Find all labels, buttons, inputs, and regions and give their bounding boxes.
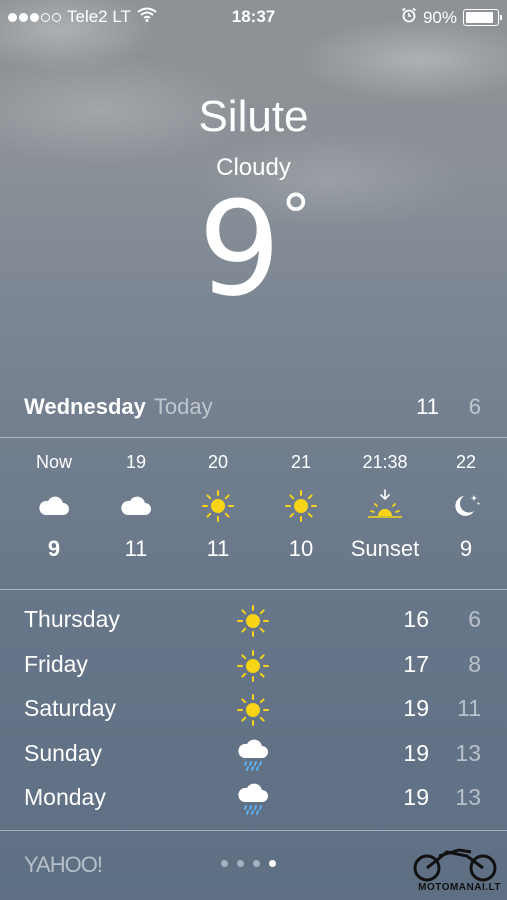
hour-label: 22 [455, 452, 477, 472]
hourly-item: 21 10 [261, 452, 341, 562]
hourly-item: 20 11 [178, 452, 258, 562]
sun-icon [236, 649, 270, 683]
hour-temperature: 10 [288, 536, 314, 561]
today-day: Wednesday [24, 394, 146, 419]
hour-temperature: Sunset [350, 536, 420, 561]
divider [0, 830, 507, 831]
status-bar-right: 90% [401, 7, 502, 28]
degree-symbol: ° [280, 182, 311, 252]
sunset-icon [339, 476, 431, 536]
daily-forecast[interactable]: Thursday 16 6 Friday 17 8 Saturday 19 11… [0, 600, 507, 823]
today-label: Today [153, 394, 213, 419]
page-dot[interactable] [221, 860, 228, 867]
daily-row: Thursday 16 6 [0, 600, 507, 645]
sun-icon [236, 604, 270, 638]
current-temperature: 9° [0, 178, 507, 321]
cloud-icon [14, 476, 94, 536]
day-low: 13 [455, 784, 481, 810]
day-low: 11 [457, 695, 481, 721]
sun-icon [178, 476, 258, 536]
day-high: 19 [403, 784, 429, 810]
day-high: 19 [403, 695, 429, 721]
day-name: Friday [24, 650, 88, 677]
hourly-item: Now 9 [14, 452, 94, 562]
hourly-forecast[interactable]: Now 9 19 11 20 11 21 10 21:38 Sunset 22 … [0, 452, 507, 582]
hourly-item: 19 11 [96, 452, 176, 562]
today-low: 6 [468, 394, 481, 419]
watermark-text: MOTOMANAI.LT [418, 882, 501, 893]
hour-temperature: 9 [47, 536, 61, 561]
hour-label: 20 [207, 452, 229, 472]
hourly-item: 22 9 [426, 452, 506, 562]
daily-row: Monday 19 13 [0, 778, 507, 823]
rain-cloud-icon [236, 782, 270, 816]
page-indicator[interactable] [221, 860, 276, 867]
hour-label: 19 [125, 452, 147, 472]
battery-icon [463, 9, 502, 26]
footer: YAHOO! MOTOMANAI.LT [0, 840, 507, 900]
daily-row: Sunday 19 13 [0, 734, 507, 779]
hour-label: 21 [290, 452, 312, 472]
day-high: 16 [403, 606, 429, 632]
status-bar: Tele2 LT 18:37 90% [0, 0, 507, 34]
today-summary: Wednesday Today 11 6 [24, 394, 481, 424]
day-name: Thursday [24, 606, 120, 632]
hour-label: Now [35, 452, 72, 472]
page-dot-active[interactable] [269, 860, 276, 867]
day-high: 17 [403, 650, 429, 677]
divider [0, 589, 507, 590]
city-name: Silute [198, 92, 309, 141]
day-low: 13 [455, 739, 481, 766]
hour-temperature: 9 [459, 536, 473, 561]
day-name: Monday [24, 784, 106, 810]
day-name: Sunday [24, 739, 103, 766]
day-high: 19 [403, 739, 429, 766]
day-name: Saturday [24, 695, 117, 721]
daily-row: Friday 17 8 [0, 645, 507, 690]
moon-icon [426, 476, 506, 536]
hour-temperature: 11 [124, 536, 148, 561]
battery-percent: 90% [422, 7, 457, 27]
sun-icon [236, 693, 270, 727]
day-low: 6 [468, 606, 481, 632]
hourly-item: 21:38 Sunset [339, 452, 431, 562]
divider [0, 437, 507, 438]
rain-cloud-icon [236, 738, 270, 772]
sun-icon [261, 476, 341, 536]
yahoo-logo[interactable]: YAHOO! [24, 852, 103, 878]
page-dot[interactable] [253, 860, 260, 867]
cloud-icon [96, 476, 176, 536]
page-dot[interactable] [237, 860, 244, 867]
day-low: 8 [468, 650, 481, 677]
hour-label: 21:38 [362, 452, 408, 472]
hour-temperature: 11 [206, 536, 230, 561]
today-high: 11 [416, 394, 439, 419]
alarm-icon [401, 7, 417, 28]
temperature-value: 9 [198, 173, 281, 325]
daily-row: Saturday 19 11 [0, 689, 507, 734]
